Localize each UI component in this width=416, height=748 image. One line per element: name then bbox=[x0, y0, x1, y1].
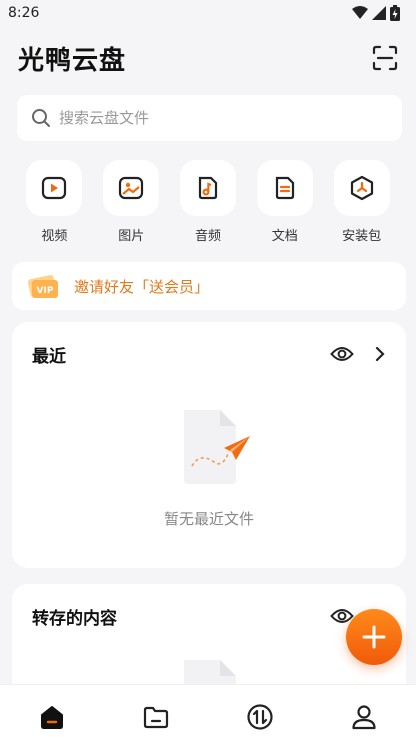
category-icon-box bbox=[256, 160, 313, 216]
category-label: 音频 bbox=[194, 229, 221, 244]
home-icon bbox=[41, 705, 63, 729]
scan-button[interactable] bbox=[370, 43, 400, 73]
category-image[interactable]: 图片 bbox=[93, 160, 170, 246]
battery-icon bbox=[390, 5, 400, 21]
image-icon bbox=[119, 176, 144, 200]
document-icon bbox=[275, 176, 294, 200]
category-audio[interactable]: 音频 bbox=[170, 160, 247, 246]
nav-transfer[interactable] bbox=[230, 687, 290, 747]
transfer-title: 转存的内容 bbox=[32, 608, 117, 629]
category-icon-box bbox=[333, 160, 390, 216]
bottom-nav bbox=[0, 684, 416, 748]
category-video[interactable]: 视频 bbox=[16, 160, 93, 246]
category-row: 视频 图片 音频 文档 安装包 bbox=[16, 160, 400, 246]
category-label: 视频 bbox=[41, 229, 68, 244]
nav-profile[interactable] bbox=[334, 687, 394, 747]
recent-title: 最近 bbox=[32, 346, 66, 367]
empty-files-illustration bbox=[184, 410, 250, 484]
invite-text: 邀请好友「送会员」 bbox=[74, 277, 210, 296]
add-button[interactable] bbox=[346, 609, 402, 665]
recent-header: 最近 bbox=[12, 338, 406, 370]
video-icon bbox=[42, 176, 67, 200]
nav-files[interactable] bbox=[126, 687, 186, 747]
nav-home[interactable] bbox=[22, 687, 82, 747]
invite-banner[interactable]: VIP 邀请好友「送会员」 bbox=[12, 262, 406, 310]
wifi-icon bbox=[352, 6, 368, 19]
category-icon-box bbox=[103, 160, 160, 216]
signal-icon bbox=[372, 6, 386, 20]
search-box[interactable] bbox=[17, 95, 402, 141]
audio-icon bbox=[198, 176, 218, 200]
category-icon-box bbox=[179, 160, 236, 216]
chevron-right-icon[interactable] bbox=[374, 346, 386, 362]
svg-text:VIP: VIP bbox=[37, 286, 54, 296]
app-title: 光鸭云盘 bbox=[18, 45, 127, 76]
package-icon bbox=[350, 175, 373, 201]
folder-icon bbox=[143, 706, 169, 728]
plus-icon bbox=[362, 625, 386, 649]
recent-card: 最近 暂无最近文件 bbox=[12, 322, 406, 568]
status-bar: 8:26 bbox=[0, 0, 416, 26]
category-label: 文档 bbox=[271, 229, 298, 244]
status-time: 8:26 bbox=[8, 5, 40, 21]
user-icon bbox=[352, 704, 376, 729]
category-label: 安装包 bbox=[342, 229, 382, 244]
app-header: 光鸭云盘 bbox=[0, 36, 416, 80]
scan-icon bbox=[372, 45, 398, 71]
recent-actions bbox=[330, 345, 386, 363]
category-label: 图片 bbox=[118, 229, 145, 244]
recent-empty-text: 暂无最近文件 bbox=[163, 510, 254, 528]
category-package[interactable]: 安装包 bbox=[323, 160, 400, 246]
category-document[interactable]: 文档 bbox=[246, 160, 323, 246]
search-icon bbox=[32, 109, 50, 127]
search-input[interactable] bbox=[59, 109, 388, 127]
status-icons bbox=[352, 5, 400, 21]
vip-ticket-icon: VIP bbox=[27, 275, 58, 298]
category-icon-box bbox=[26, 160, 83, 216]
eye-icon[interactable] bbox=[330, 345, 354, 363]
transfer-icon bbox=[247, 703, 273, 730]
